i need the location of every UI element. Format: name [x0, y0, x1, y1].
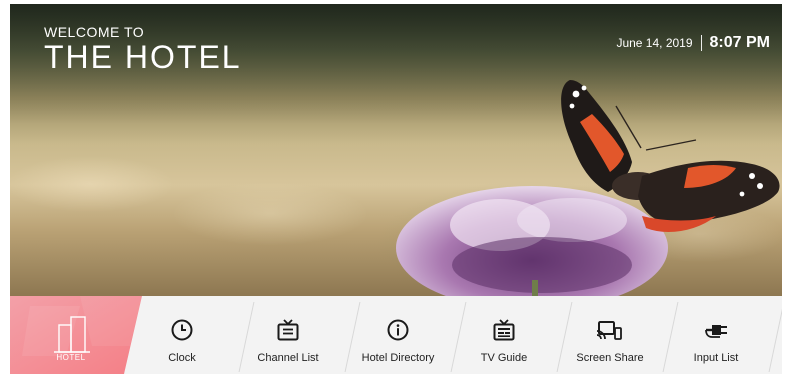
hotel-tile-label: HOTEL — [56, 353, 86, 362]
hotel-tv-home-screen: WELCOME TO THE HOTEL June 14, 2019 8:07 … — [10, 4, 782, 374]
hero-background-image: WELCOME TO THE HOTEL June 14, 2019 8:07 … — [10, 4, 782, 296]
tv-list-icon — [274, 316, 302, 344]
menu-label-tv-guide: TV Guide — [480, 352, 528, 364]
butterfly-illustration — [561, 80, 780, 232]
welcome-banner: WELCOME TO THE HOTEL — [44, 24, 242, 74]
hotel-home-tile[interactable]: HOTEL — [10, 296, 142, 374]
menu-label-input-list: Input List — [693, 352, 739, 364]
current-time: 8:07 PM — [709, 34, 770, 51]
hotel-building-icon — [54, 316, 90, 353]
date-time-display: June 14, 2019 8:07 PM — [616, 34, 770, 52]
date-time-divider — [700, 35, 702, 51]
bottom-menu-bar: HOTEL Clock Channel List Hotel Directory… — [10, 296, 782, 374]
clock-icon — [168, 316, 196, 344]
hotel-name-title: THE HOTEL — [44, 39, 242, 75]
info-icon — [384, 316, 412, 344]
menu-label-hotel-directory: Hotel Directory — [361, 352, 435, 364]
menu-label-channel-list: Channel List — [257, 352, 319, 364]
screen-share-icon — [596, 316, 624, 344]
menu-label-screen-share: Screen Share — [576, 352, 644, 364]
welcome-subtitle: WELCOME TO — [44, 24, 145, 40]
menu-item-tv-guide[interactable]: TV Guide — [450, 296, 558, 374]
menu-separator — [768, 302, 782, 372]
current-date: June 14, 2019 — [616, 36, 693, 50]
menu-item-hotel-directory[interactable]: Hotel Directory — [344, 296, 452, 374]
menu-label-clock: Clock — [168, 352, 196, 364]
menu-item-screen-share[interactable]: Screen Share — [556, 296, 664, 374]
menu-item-channel-list[interactable]: Channel List — [234, 296, 342, 374]
menu-item-clock[interactable]: Clock — [128, 296, 236, 374]
input-plug-icon — [702, 316, 730, 344]
menu-item-input-list[interactable]: Input List — [662, 296, 770, 374]
tv-guide-icon — [490, 316, 518, 344]
